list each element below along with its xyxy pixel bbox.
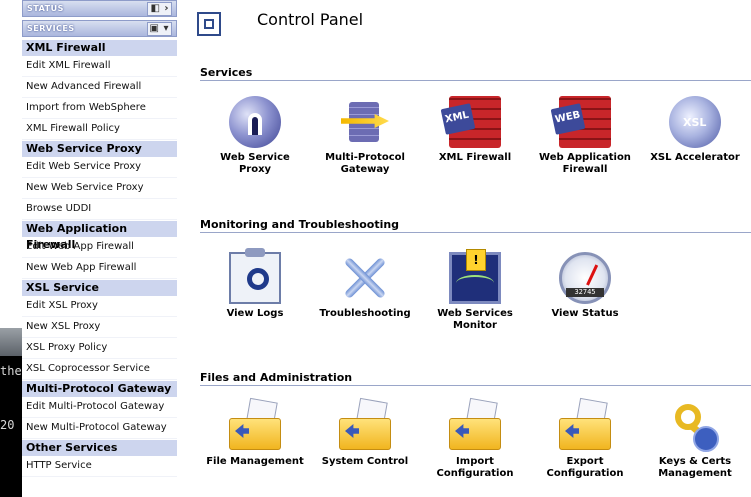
nav-item-edit-web-app-firewall[interactable]: Edit Web App Firewall <box>22 237 177 258</box>
view-status-icon: 32745 <box>559 252 611 304</box>
tile-label: XML Firewall <box>438 152 512 163</box>
nav-item-edit-multi-protocol-gateway[interactable]: Edit Multi-Protocol Gateway <box>22 397 177 418</box>
control-panel-icon <box>197 12 221 36</box>
keys-certs-icon <box>669 400 721 452</box>
section-divider <box>200 80 751 81</box>
tile-label: View Status <box>551 308 619 319</box>
background-terminal-window: the 20 <box>0 328 22 497</box>
tile-file-management[interactable]: File Management <box>205 397 305 468</box>
section-title-monitoring: Monitoring and Troubleshooting <box>200 218 400 231</box>
tile-troubleshooting[interactable]: Troubleshooting <box>315 252 415 320</box>
status-section-header[interactable]: STATUS ◧ › <box>22 0 177 17</box>
file-management-icon <box>229 397 281 452</box>
tile-view-status[interactable]: 32745 View Status <box>535 252 635 320</box>
tile-label: File Management <box>206 456 304 467</box>
services-header-label: SERVICES <box>27 24 75 33</box>
nav-item-edit-xml-firewall[interactable]: Edit XML Firewall <box>22 56 177 77</box>
services-section-header[interactable]: SERVICES ▣ ▾ <box>22 20 177 37</box>
sidebar-navigation: STATUS ◧ › SERVICES ▣ ▾ XML Firewall Edi… <box>22 0 177 497</box>
nav-item-new-multi-protocol-gateway[interactable]: New Multi-Protocol Gateway <box>22 418 177 439</box>
nav-item-edit-xsl-proxy[interactable]: Edit XSL Proxy <box>22 296 177 317</box>
nav-group-web-application-firewall: Web Application Firewall <box>22 221 177 251</box>
tile-label: Troubleshooting <box>319 308 411 319</box>
nav-item-new-xsl-proxy[interactable]: New XSL Proxy <box>22 317 177 338</box>
nav-item-browse-uddi[interactable]: Browse UDDI <box>22 199 177 220</box>
nav-group-xsl-service: XSL Service <box>22 280 177 296</box>
tile-label: Import Configuration <box>436 456 514 479</box>
multi-protocol-gateway-icon <box>339 96 391 148</box>
xml-firewall-icon: XML <box>444 96 501 148</box>
system-control-icon <box>339 397 391 452</box>
nav-item-edit-web-service-proxy[interactable]: Edit Web Service Proxy <box>22 157 177 178</box>
tile-label: Export Configuration <box>546 456 624 479</box>
nav-item-new-web-app-firewall[interactable]: New Web App Firewall <box>22 258 177 279</box>
nav-group-other-services: Other Services <box>22 440 177 456</box>
tile-xsl-accelerator[interactable]: XSL XSL Accelerator <box>645 96 745 164</box>
troubleshooting-icon <box>339 252 391 304</box>
background-window-text: the <box>0 364 22 378</box>
xsl-accelerator-icon: XSL <box>669 96 721 148</box>
nav-item-xsl-proxy-policy[interactable]: XSL Proxy Policy <box>22 338 177 359</box>
nav-item-import-from-websphere[interactable]: Import from WebSphere <box>22 98 177 119</box>
tile-xml-firewall[interactable]: XML XML Firewall <box>425 96 525 164</box>
tile-multi-protocol-gateway[interactable]: Multi-Protocol Gateway <box>315 96 415 176</box>
tile-label: System Control <box>321 456 409 467</box>
nav-group-multi-protocol-gateway: Multi-Protocol Gateway <box>22 381 177 397</box>
section-divider <box>200 385 751 386</box>
tile-keys-certs-management[interactable]: Keys & Certs Management <box>645 400 745 480</box>
tile-label: XSL Accelerator <box>650 152 740 163</box>
nav-item-new-advanced-firewall[interactable]: New Advanced Firewall <box>22 77 177 98</box>
nav-item-http-service[interactable]: HTTP Service <box>22 456 177 477</box>
web-services-monitor-icon: ! <box>449 249 501 304</box>
background-window-text: 20 <box>0 418 15 432</box>
tile-system-control[interactable]: System Control <box>315 397 415 468</box>
status-header-label: STATUS <box>27 4 64 13</box>
nav-group-web-service-proxy: Web Service Proxy <box>22 141 177 157</box>
nav-item-new-web-service-proxy[interactable]: New Web Service Proxy <box>22 178 177 199</box>
tile-web-service-proxy[interactable]: Web Service Proxy <box>205 96 305 176</box>
background-window-titlebar <box>0 328 22 356</box>
tile-import-configuration[interactable]: Import Configuration <box>425 397 525 480</box>
tile-label: Keys & Certs Management <box>658 456 732 479</box>
tile-web-application-firewall[interactable]: WEB Web Application Firewall <box>535 96 635 176</box>
section-divider <box>200 232 751 233</box>
web-application-firewall-icon: WEB <box>554 96 611 148</box>
nav-item-xsl-coprocessor-service[interactable]: XSL Coprocessor Service <box>22 359 177 380</box>
section-title-services: Services <box>200 66 253 79</box>
tile-label: Web Service Proxy <box>220 152 290 175</box>
status-toggle-icon[interactable]: ◧ › <box>147 2 172 16</box>
tile-web-services-monitor[interactable]: ! Web Services Monitor <box>425 249 525 332</box>
page-title: Control Panel <box>257 10 364 29</box>
tile-view-logs[interactable]: View Logs <box>205 248 305 320</box>
section-title-files-admin: Files and Administration <box>200 371 353 384</box>
tile-label: Web Application Firewall <box>539 152 631 175</box>
import-configuration-icon <box>449 397 501 452</box>
control-panel-main: Control Panel Services Web Service Proxy … <box>187 0 751 497</box>
services-collapse-icon[interactable]: ▣ ▾ <box>146 22 172 36</box>
tile-label: Multi-Protocol Gateway <box>325 152 405 175</box>
nav-group-xml-firewall: XML Firewall <box>22 40 177 56</box>
export-configuration-icon <box>559 397 611 452</box>
tile-export-configuration[interactable]: Export Configuration <box>535 397 635 480</box>
view-logs-icon <box>229 248 281 304</box>
nav-item-xml-firewall-policy[interactable]: XML Firewall Policy <box>22 119 177 140</box>
tile-label: Web Services Monitor <box>437 308 513 331</box>
web-service-proxy-icon <box>229 96 281 148</box>
tile-label: View Logs <box>226 308 284 319</box>
